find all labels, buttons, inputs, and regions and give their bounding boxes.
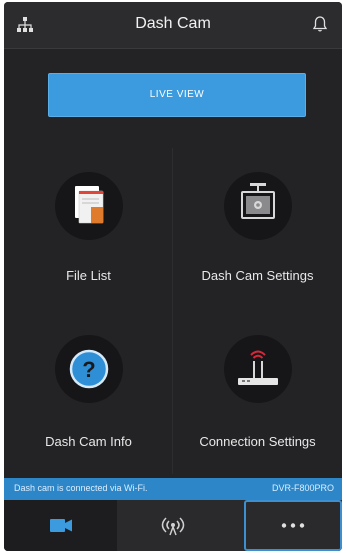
tile-dash-cam-settings-label: Dash Cam Settings: [201, 268, 314, 283]
tile-dash-cam-settings[interactable]: Dash Cam Settings: [173, 148, 342, 311]
tile-connection-settings[interactable]: Connection Settings: [173, 311, 342, 474]
live-view-button[interactable]: LIVE VIEW: [48, 73, 306, 117]
bottom-tab-bar: [4, 500, 342, 551]
connection-status-text: Dash cam is connected via Wi-Fi.: [14, 483, 148, 493]
device-model-text: DVR-F800PRO: [271, 483, 334, 493]
wifi-broadcast-icon: [161, 517, 185, 536]
top-bar: Dash Cam: [4, 2, 342, 49]
tab-camera[interactable]: [4, 500, 117, 551]
question-mark-icon: ?: [69, 349, 108, 389]
tile-file-list[interactable]: File List: [4, 148, 173, 311]
dash-cam-settings-icon: [240, 183, 275, 219]
tile-file-list-label: File List: [66, 268, 111, 283]
tile-dash-cam-info-label: Dash Cam Info: [45, 434, 132, 449]
router-icon: [237, 350, 278, 385]
menu-grid: File List Dash Cam Settings ? Dash Cam I…: [4, 148, 342, 474]
file-list-icon: [74, 186, 103, 224]
connection-status-bar: Dash cam is connected via Wi-Fi. DVR-F80…: [4, 478, 342, 500]
tile-dash-cam-info[interactable]: ? Dash Cam Info: [4, 311, 173, 474]
page-title: Dash Cam: [135, 15, 211, 32]
tile-connection-settings-label: Connection Settings: [199, 434, 316, 449]
svg-text:?: ?: [82, 357, 95, 382]
file-list-icon-circle: [54, 172, 123, 240]
app-screen: Dash Cam LIVE VIEW File List Dash Cam Se…: [4, 2, 342, 551]
more-icon: [281, 523, 305, 528]
video-camera-icon: [50, 519, 72, 532]
tab-more[interactable]: [244, 500, 342, 551]
bell-icon[interactable]: [312, 15, 328, 33]
connection-icon-circle: [223, 335, 292, 403]
tab-wifi-broadcast[interactable]: [117, 500, 229, 551]
settings-icon-circle: [223, 172, 292, 240]
info-icon-circle: ?: [54, 335, 123, 403]
